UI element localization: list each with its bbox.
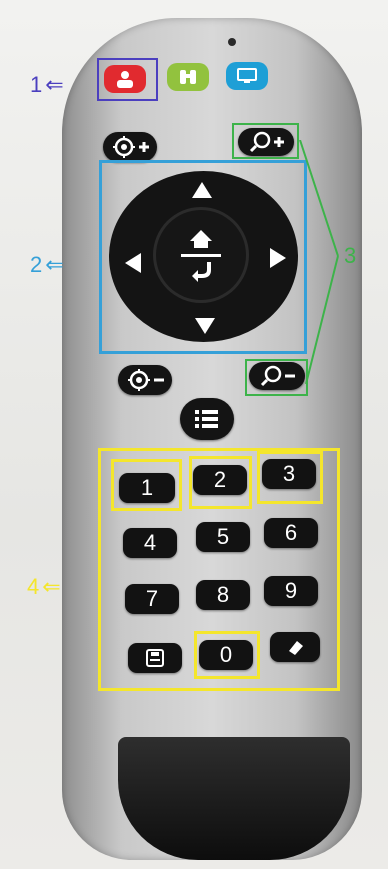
annotation-number-2: 2 [30, 252, 43, 277]
annotation-lines-3 [299, 140, 339, 385]
target-plus-icon [113, 136, 149, 158]
annotation-number-4: 4 [27, 574, 40, 599]
annotation-arrow-4: ⇐ [42, 574, 61, 599]
target-plus-button[interactable] [103, 132, 157, 162]
target-minus-icon [128, 369, 164, 391]
binoculars-icon [180, 70, 196, 84]
annotation-box-key-1 [111, 459, 182, 511]
annotation-box-1 [97, 58, 158, 101]
annotation-box-key-3 [257, 451, 323, 504]
annotation-label-1: 1 ⇐ [30, 72, 64, 98]
annotation-number-3: 3 [344, 243, 357, 268]
annotation-label-2: 2 ⇐ [30, 252, 64, 278]
annotation-label-3: 3 [344, 243, 356, 269]
annotation-number-1: 1 [30, 72, 43, 97]
annotation-arrow-2: ⇐ [45, 252, 64, 277]
menu-icon [195, 410, 218, 428]
annotation-box-2 [99, 160, 307, 354]
annotation-box-key-2 [189, 456, 252, 509]
green-button[interactable] [167, 63, 209, 91]
blue-button[interactable] [226, 62, 268, 90]
menu-button[interactable] [180, 398, 234, 440]
target-minus-button[interactable] [118, 365, 172, 395]
annotation-box-key-0 [194, 631, 260, 679]
remote-bottom-cap [118, 737, 350, 860]
annotation-label-4: 4 ⇐ [27, 574, 61, 600]
monitor-icon [237, 68, 257, 83]
annotation-arrow-1: ⇐ [45, 72, 64, 97]
indicator-led [228, 38, 236, 46]
annotation-box-3-top [232, 123, 299, 159]
